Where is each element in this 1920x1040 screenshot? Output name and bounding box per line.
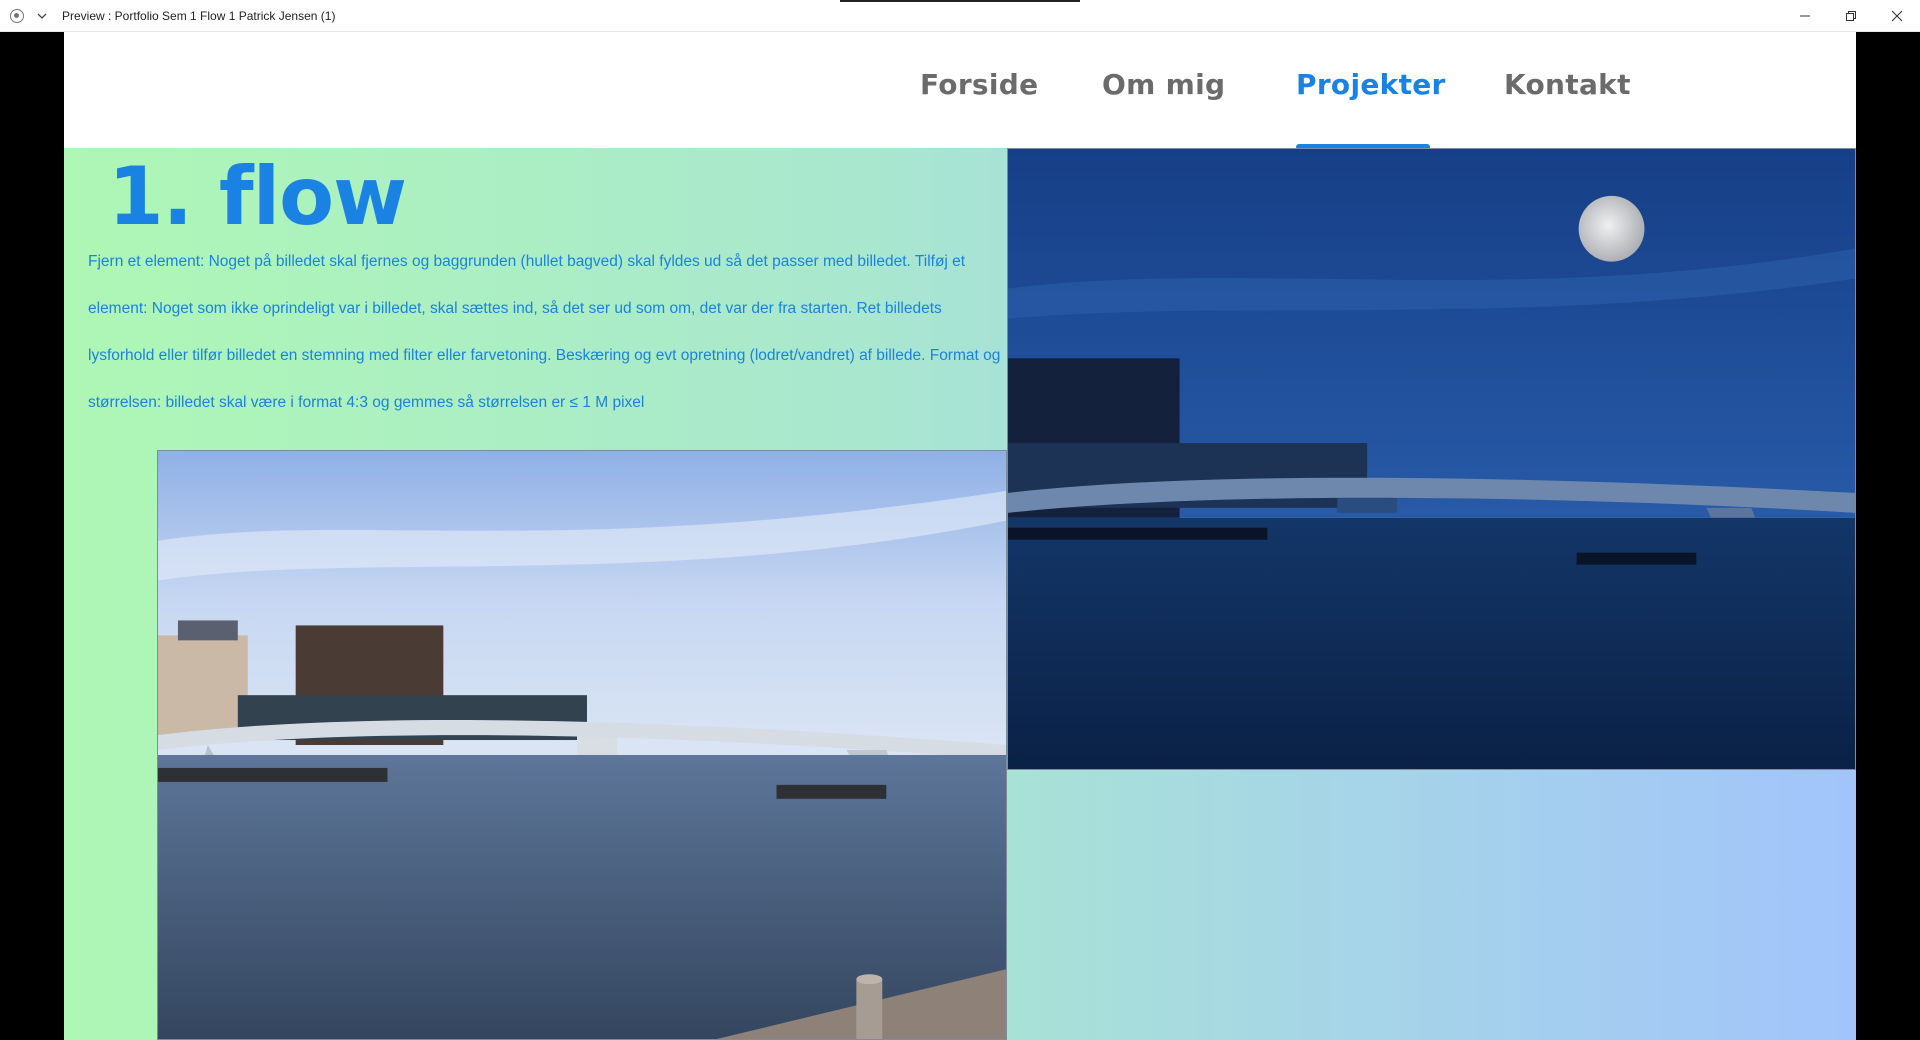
nav-kontakt[interactable]: Kontakt — [1504, 68, 1631, 101]
main-nav: Forside Om mig Projekter Kontakt — [64, 32, 1856, 149]
nav-om-mig[interactable]: Om mig — [1102, 68, 1225, 101]
restore-icon[interactable] — [1828, 0, 1874, 32]
nav-projekter[interactable]: Projekter — [1296, 68, 1446, 101]
minimize-icon[interactable] — [1782, 0, 1828, 32]
nav-forside[interactable]: Forside — [920, 68, 1038, 101]
window-title: Preview : Portfolio Sem 1 Flow 1 Patrick… — [62, 8, 336, 23]
project-description: Fjern et element: Noget på billedet skal… — [88, 253, 1001, 411]
project-section: 1. flow Fjern et element: Noget på bille… — [64, 148, 1856, 1040]
project-title: 1. flow — [108, 150, 407, 243]
harbour-bridge-night-moon-photo — [1007, 148, 1856, 770]
close-icon[interactable] — [1874, 0, 1920, 32]
chevron-down-icon[interactable] — [36, 10, 48, 22]
loading-indicator — [840, 0, 1080, 2]
web-page: Forside Om mig Projekter Kontakt 1. flow… — [64, 32, 1856, 1040]
radio-dot-icon[interactable] — [10, 8, 24, 23]
harbour-bridge-daylight-photo — [157, 450, 1007, 1040]
window-titlebar: Preview : Portfolio Sem 1 Flow 1 Patrick… — [0, 0, 1920, 32]
site-header: Forside Om mig Projekter Kontakt — [64, 32, 1856, 149]
window-controls — [1782, 0, 1920, 32]
